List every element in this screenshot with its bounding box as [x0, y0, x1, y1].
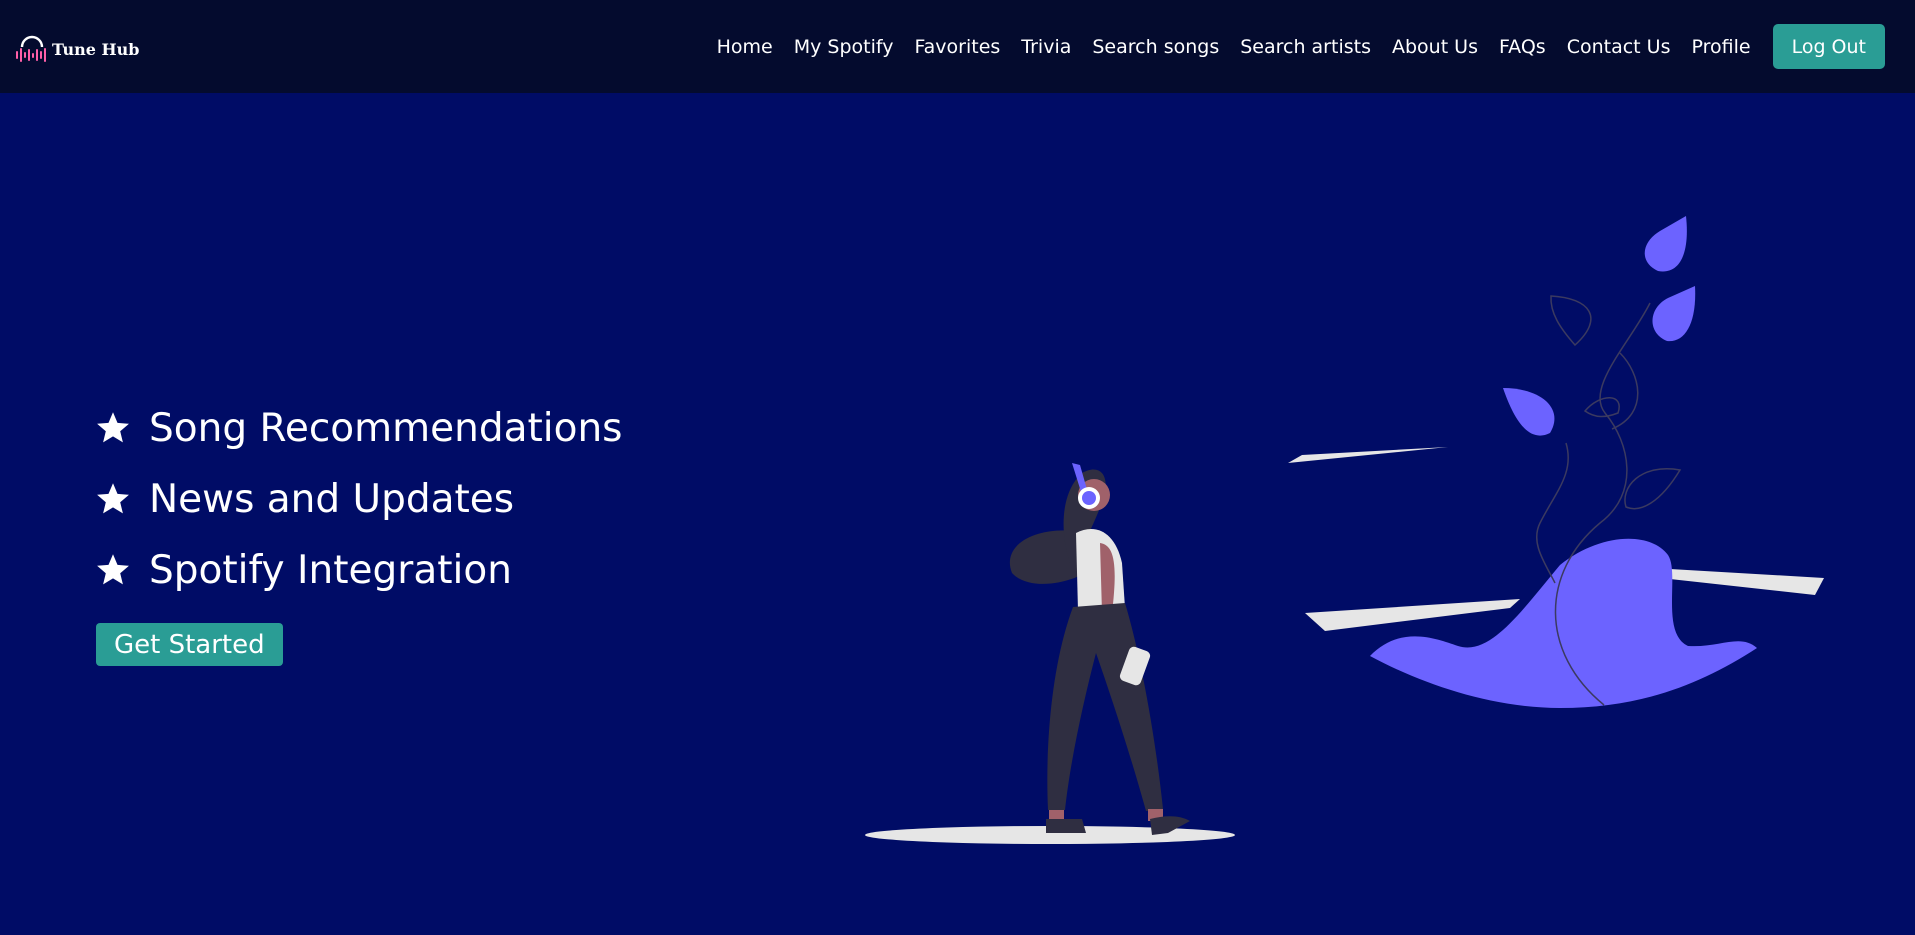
leaf-outline-1 [1550, 295, 1592, 347]
feature-item-spotify-integration: Spotify Integration [95, 542, 623, 598]
nav-links: Home My Spotify Favorites Trivia Search … [717, 24, 1885, 69]
nav-link-contact-us[interactable]: Contact Us [1567, 36, 1671, 58]
leaf-filled-1 [1644, 216, 1687, 272]
nav-link-faqs[interactable]: FAQs [1499, 36, 1546, 58]
nav-link-favorites[interactable]: Favorites [914, 36, 1000, 58]
figure-torso [1076, 528, 1125, 611]
star-icon [97, 483, 129, 514]
nav-link-trivia[interactable]: Trivia [1021, 36, 1071, 58]
brand-logo[interactable]: Tune Hub [14, 27, 139, 67]
nav-link-search-artists[interactable]: Search artists [1240, 36, 1371, 58]
plant-stem-small [1611, 352, 1639, 430]
nav-link-search-songs[interactable]: Search songs [1092, 36, 1219, 58]
light-streak-left [1305, 599, 1520, 631]
feature-label: Song Recommendations [149, 405, 623, 451]
headphones-equalizer-icon [16, 35, 46, 62]
logout-button[interactable]: Log Out [1772, 24, 1885, 69]
nav-link-my-spotify[interactable]: My Spotify [794, 36, 894, 58]
leaf-filled-3 [1503, 388, 1555, 436]
feature-label: Spotify Integration [149, 547, 512, 593]
wave-shape [1370, 538, 1757, 708]
feature-item-news-and-updates: News and Updates [95, 471, 623, 527]
light-streak-top [1288, 447, 1448, 463]
leaf-filled-2 [1652, 286, 1696, 342]
figure-legs [1047, 603, 1163, 811]
leaf-outline-3 [1624, 468, 1682, 510]
brand-name: Tune Hub [52, 40, 140, 59]
plant-stem-lower [1535, 442, 1569, 584]
figure-shoe-left [1046, 819, 1086, 833]
light-streak-right [1670, 569, 1824, 595]
star-icon [97, 412, 129, 443]
nav-link-home[interactable]: Home [717, 36, 773, 58]
nav-link-profile[interactable]: Profile [1691, 36, 1750, 58]
feature-item-song-recommendations: Song Recommendations [95, 400, 623, 456]
headphones-ear-cup-inner [1082, 491, 1096, 505]
navbar: Tune Hub Home My Spotify Favorites Trivi… [0, 0, 1915, 93]
feature-list: Song Recommendations News and Updates Sp… [95, 400, 623, 613]
feature-label: News and Updates [149, 476, 515, 522]
star-icon [97, 554, 129, 585]
get-started-button[interactable]: Get Started [96, 623, 283, 666]
nav-link-about-us[interactable]: About Us [1392, 36, 1478, 58]
hero-section: Song Recommendations News and Updates Sp… [0, 93, 1915, 935]
